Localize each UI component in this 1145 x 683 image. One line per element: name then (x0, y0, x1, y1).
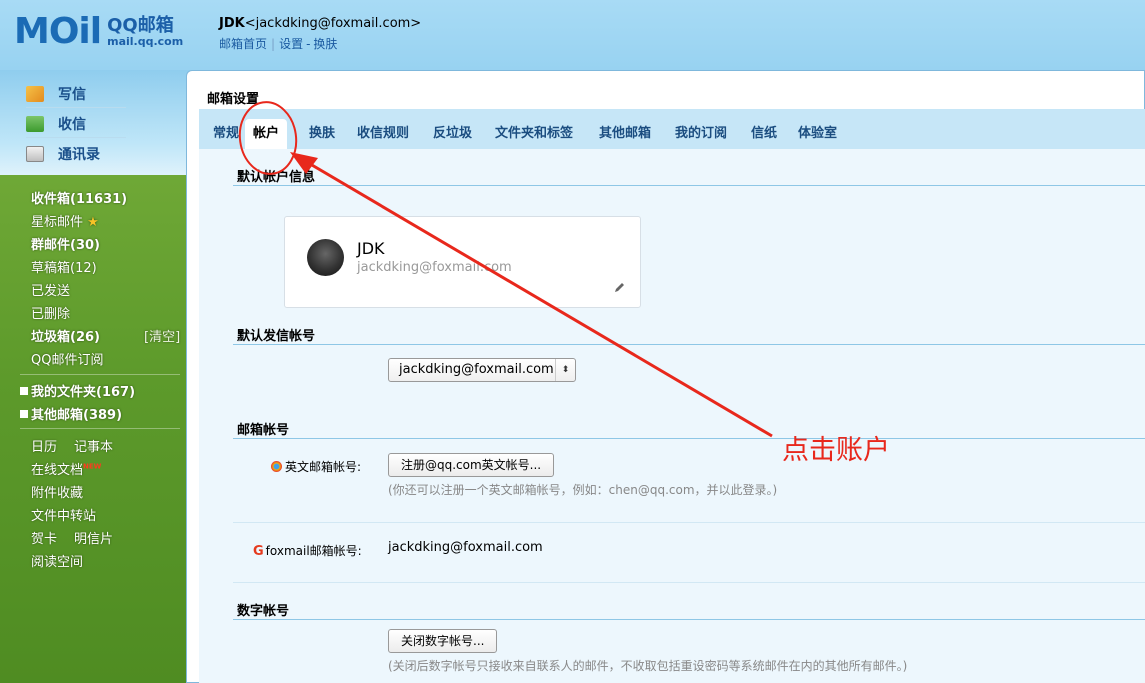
section-default-send: 默认发信帐号 (237, 329, 316, 344)
folder-drafts[interactable]: 草稿箱(12) (31, 257, 97, 276)
logo-brand: QQ邮箱 mail.qq.com (107, 16, 183, 48)
file-transfer-link[interactable]: 文件中转站 (31, 505, 96, 524)
receive-button[interactable]: 收信 (26, 110, 126, 138)
section-divider (233, 344, 1145, 345)
other-mailboxes-label: 其他邮箱(389) (31, 408, 123, 423)
row-divider (233, 582, 1145, 583)
link-separator: - (306, 37, 311, 51)
section-mailbox-accounts: 邮箱帐号 (237, 423, 290, 438)
foxmail-label-text: foxmail邮箱帐号: (265, 544, 362, 558)
tab-inbox-rules[interactable]: 收信规则 (349, 119, 417, 149)
link-separator: | (271, 37, 276, 51)
settings-content: 默认帐户信息 JDK jackdking@foxmail.com 默认发信帐号 … (199, 149, 1145, 683)
expand-icon (20, 410, 28, 418)
section-divider (233, 438, 1145, 439)
receive-icon (26, 115, 44, 132)
foxmail-icon: G (253, 544, 264, 559)
folder-group[interactable]: 群邮件(30) (31, 234, 100, 253)
tab-stationery[interactable]: 信纸 (743, 119, 785, 149)
english-account-hint: (你还可以注册一个英文邮箱帐号，例如：chen@qq.com，并以此登录。) (388, 483, 778, 497)
tab-skin[interactable]: 换肤 (301, 119, 343, 149)
sidebar-divider (20, 374, 180, 375)
register-english-account-button[interactable]: 注册@qq.com英文帐号... (388, 453, 555, 477)
docs-link[interactable]: 在线文档NEW (31, 459, 101, 478)
brand-cn: QQ邮箱 (107, 15, 174, 37)
qq-mail-logo[interactable]: MOil QQ邮箱 mail.qq.com (14, 14, 183, 50)
new-badge: NEW (83, 462, 102, 471)
sidebar: 写信 收信 通讯录 收件箱(11631) 星标邮件 ★ 群邮件(30) 草稿箱(… (0, 70, 190, 683)
tab-general[interactable]: 常规 (205, 119, 247, 149)
section-divider (233, 619, 1145, 620)
my-folders-toggle[interactable]: 我的文件夹(167) (20, 381, 135, 400)
settings-link[interactable]: 设置 (279, 37, 303, 51)
tab-lab[interactable]: 体验室 (790, 119, 845, 149)
attachments-link[interactable]: 附件收藏 (31, 482, 83, 501)
section-default-account: 默认帐户信息 (237, 170, 316, 185)
settings-tabs: 常规 帐户 换肤 收信规则 反垃圾 文件夹和标签 其他邮箱 我的订阅 信纸 体验… (199, 109, 1145, 149)
mail-home-link[interactable]: 邮箱首页 (219, 37, 267, 51)
settings-panel: 邮箱设置 常规 帐户 换肤 收信规则 反垃圾 文件夹和标签 其他邮箱 我的订阅 … (186, 70, 1145, 683)
logo-mark: MOil (14, 11, 102, 52)
folder-starred-label: 星标邮件 (31, 215, 84, 230)
postcards-link[interactable]: 明信片 (74, 528, 113, 547)
folder-sent[interactable]: 已发送 (31, 280, 70, 299)
spam-clear-link[interactable]: [清空] (144, 326, 180, 345)
expand-icon (20, 387, 28, 395)
english-account-label: 英文邮箱帐号: (271, 458, 361, 475)
user-info: JDK<jackdking@foxmail.com> 邮箱首页 | 设置 - 换肤 (219, 16, 421, 52)
folder-spam[interactable]: 垃圾箱(26) (31, 326, 100, 345)
notes-link[interactable]: 记事本 (74, 436, 113, 455)
tab-subscriptions[interactable]: 我的订阅 (667, 119, 735, 149)
receive-label: 收信 (58, 116, 86, 133)
contacts-button[interactable]: 通讯录 (26, 140, 126, 168)
compose-button[interactable]: 写信 (26, 80, 126, 108)
my-folders-label: 我的文件夹(167) (31, 385, 136, 400)
brand-en: mail.qq.com (107, 34, 184, 48)
other-mailboxes-toggle[interactable]: 其他邮箱(389) (20, 404, 122, 423)
folder-deleted[interactable]: 已删除 (31, 303, 70, 322)
compose-icon (26, 85, 44, 102)
default-send-value: jackdking@foxmail.com (399, 362, 554, 377)
default-send-select[interactable]: jackdking@foxmail.com ⬍ (388, 358, 576, 382)
user-email: <jackdking@foxmail.com> (244, 16, 422, 31)
tab-anti-spam[interactable]: 反垃圾 (425, 119, 480, 149)
header: MOil QQ邮箱 mail.qq.com JDK<jackdking@foxm… (0, 0, 1145, 70)
folder-inbox[interactable]: 收件箱(11631) (31, 188, 127, 207)
skin-link[interactable]: 换肤 (313, 37, 337, 51)
tab-other-mailboxes[interactable]: 其他邮箱 (591, 119, 659, 149)
edit-pencil-icon[interactable] (614, 281, 626, 293)
select-arrow-icon: ⬍ (555, 359, 575, 381)
section-digital-account: 数字帐号 (237, 604, 290, 619)
avatar (307, 239, 344, 276)
qq-globe-icon (271, 461, 282, 472)
contacts-icon (26, 146, 44, 162)
user-name: JDK (219, 16, 245, 31)
folder-subscriptions[interactable]: QQ邮件订阅 (31, 349, 103, 368)
digital-account-hint: (关闭后数字帐号只接收来自联系人的邮件，不收取包括重设密码等系统邮件在内的其他所… (388, 659, 908, 673)
compose-label: 写信 (58, 86, 86, 103)
english-label-text: 英文邮箱帐号: (285, 460, 362, 474)
annotation-text: 点击账户 (782, 435, 890, 466)
row-divider (233, 522, 1145, 523)
page-title: 邮箱设置 (207, 92, 260, 107)
docs-label: 在线文档 (31, 463, 84, 478)
account-card: JDK jackdking@foxmail.com (284, 216, 641, 308)
star-icon: ★ (87, 215, 99, 230)
section-divider (233, 185, 1145, 186)
greeting-cards-link[interactable]: 贺卡 (31, 528, 57, 547)
account-name: JDK (357, 239, 385, 258)
foxmail-account-value: jackdking@foxmail.com (388, 540, 543, 555)
tab-account[interactable]: 帐户 (245, 119, 288, 149)
account-email: jackdking@foxmail.com (357, 260, 512, 275)
sidebar-divider (20, 428, 180, 429)
calendar-link[interactable]: 日历 (31, 436, 57, 455)
reading-space-link[interactable]: 阅读空间 (31, 551, 83, 570)
folder-starred[interactable]: 星标邮件 ★ (31, 211, 99, 230)
close-digital-account-button[interactable]: 关闭数字帐号... (388, 629, 498, 653)
contacts-label: 通讯录 (58, 147, 100, 163)
tab-folders-labels[interactable]: 文件夹和标签 (487, 119, 581, 149)
foxmail-account-label: Gfoxmail邮箱帐号: (253, 542, 362, 559)
